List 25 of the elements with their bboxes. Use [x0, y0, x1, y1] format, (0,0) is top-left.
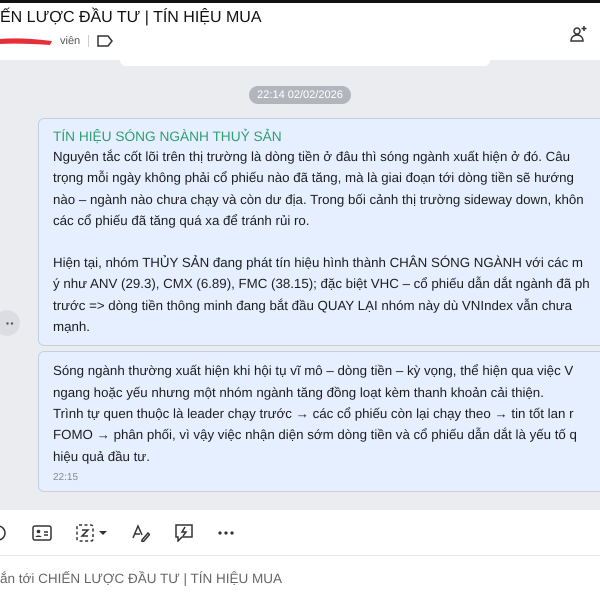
chat-title: ẾN LƯỢC ĐẦU TƯ | TÍN HIỆU MUA — [0, 9, 262, 27]
message-text: Hiện tại, nhóm THỦY SẢN đang phát tín hiệu hình thành CHÂN SÓNG NGÀNH với các m — [53, 254, 584, 272]
message-text: ngang hoặc yếu nhưng một nhóm ngành tăng đồng loạt kèm thanh khoản cải thiện. — [53, 384, 545, 402]
message-title: TÍN HIỆU SÓNG NGÀNH THUỶ SẢN — [53, 128, 283, 146]
message-text: các cổ phiếu đã tăng quá xa để tránh rủi ro. — [53, 212, 311, 230]
message-text: Sóng ngành thường xuất hiện khi hội tụ vĩ mô – dòng tiền – kỳ vọng, thể hiện qua việc V — [53, 362, 574, 380]
message-text: ý như ANV (29.3), CMX (6.89), FMC (38.15); đặc biệt VHC – cổ phiếu dẫn dắt ngành đã ph — [53, 275, 591, 294]
message-text: nào – ngành nào chưa chạy và còn dư địa. Trong bối cảnh thị trường sideway down, khôn — [53, 190, 585, 209]
message-text: FOMO → phân phối, vì vậy việc nhận diện sớm dòng tiền và cổ phiếu dẫn dắt là yếu tố q — [53, 426, 578, 444]
date-divider: 22:14 02/02/2026 — [249, 86, 351, 104]
add-member-icon[interactable] — [570, 25, 588, 43]
message-text: Nguyên tắc cốt lõi trên thị trường là dòng tiền ở đâu thì sóng ngành xuất hiện ở đó. Câu — [53, 148, 572, 166]
more-options-button[interactable] — [216, 528, 236, 536]
message-text: mạnh. — [53, 318, 91, 336]
member-count: viên — [60, 35, 80, 47]
message-text: hiệu quả đầu tư. — [53, 448, 151, 466]
tag-icon[interactable] — [97, 35, 114, 47]
text-format-button[interactable] — [130, 522, 152, 544]
message-text: trọng mỗi ngày không phải cổ phiếu nào đã tăng, mà là giai đoạn tới dòng tiền sẽ hướng — [53, 169, 575, 188]
message-text: Trình tự quen thuộc là leader chạy trước → các cổ phiếu còn lại chạy theo → tin tốt lan r — [53, 404, 574, 423]
screenshot-button[interactable] — [74, 522, 110, 544]
message-text: trước => dòng tiền thông minh đang bắt đầu QUAY LẠI nhóm này dù VNIndex vẫn chưa — [53, 296, 574, 315]
contact-card-button[interactable] — [30, 522, 54, 542]
message-time: 22:15 — [53, 472, 80, 483]
dots-icon — [6, 322, 16, 324]
